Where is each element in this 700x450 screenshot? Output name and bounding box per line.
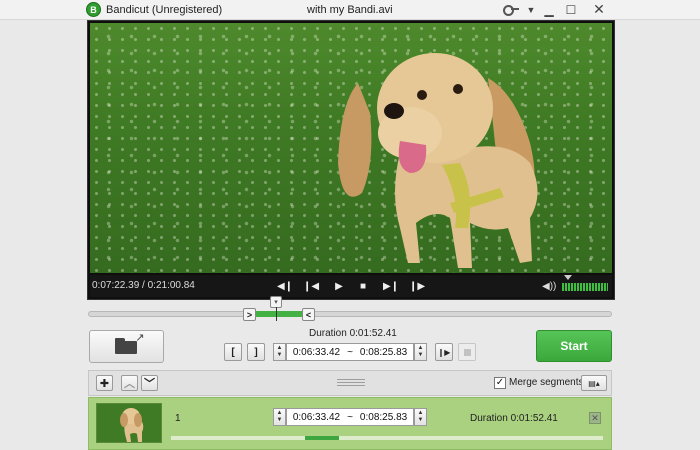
selection-duration: Duration 0:01:52.41: [309, 328, 397, 339]
end-time-field[interactable]: 0:08:25.83: [360, 347, 407, 358]
segment-end-time[interactable]: 0:08:25.83: [360, 412, 407, 423]
segment-thumbnail: [96, 403, 162, 443]
move-down-icon[interactable]: ﹀: [141, 375, 158, 391]
file-title: with my Bandi.avi: [307, 4, 393, 16]
player-controls: 0:07:22.39 / 0:21:00.84 ◀❙ ❙◀ ▶ ■ ▶❙ ❙▶ …: [90, 275, 612, 297]
next-segment-icon[interactable]: ❙▶: [408, 278, 426, 294]
segment-start-time[interactable]: 0:06:33.42: [293, 412, 340, 423]
volume-marker: [564, 275, 572, 280]
set-end-button[interactable]: ]: [247, 343, 265, 361]
start-time-field[interactable]: 0:06:33.42: [293, 347, 340, 358]
open-file-button[interactable]: ↗: [89, 330, 164, 363]
app-title: Bandicut (Unregistered): [106, 4, 223, 16]
key-icon[interactable]: [503, 3, 519, 16]
volume-slider[interactable]: [562, 283, 608, 291]
segment-index: 1: [175, 413, 181, 424]
stop-icon[interactable]: ■: [354, 278, 372, 294]
segment-progress-track: [171, 436, 603, 440]
segment-progress-fill: [304, 436, 340, 440]
segment-list-toolbar: ✚ ︿ ﹀ ✓ Merge segments ▤▴: [88, 370, 612, 396]
segment-row[interactable]: 1 ▲ ▼ 0:06:33.42 ~ 0:08:25.83 ▲ ▼ Duration…: [88, 397, 612, 450]
close-icon[interactable]: ✕: [586, 1, 612, 18]
start-time-stepper[interactable]: ▲ ▼: [273, 343, 286, 361]
segment-tilde: ~: [347, 411, 353, 423]
next-frame-icon[interactable]: ▶❙: [382, 278, 400, 294]
add-icon[interactable]: ✚: [96, 375, 113, 391]
prev-segment-icon[interactable]: ◀❙: [276, 278, 294, 294]
segment-duration: Duration 0:01:52.41: [470, 413, 558, 424]
segment-end-stepper[interactable]: ▲ ▼: [414, 408, 427, 426]
time-range-field[interactable]: 0:06:33.42 ~ 0:08:25.83: [286, 343, 414, 361]
timeline-track[interactable]: [88, 311, 612, 317]
open-folder-icon: ↗: [114, 332, 145, 355]
end-marker[interactable]: <: [302, 308, 315, 321]
set-start-button[interactable]: [: [224, 343, 242, 361]
move-up-icon[interactable]: ︿: [121, 375, 138, 391]
preview-segment-button[interactable]: ❙▶: [435, 343, 453, 361]
prev-frame-icon[interactable]: ❙◀: [302, 278, 320, 294]
timeline-selected-range: [256, 311, 302, 317]
maximize-icon[interactable]: ☐: [558, 1, 584, 18]
dog-image: [338, 53, 538, 268]
segment-time-field[interactable]: 0:06:33.42 ~ 0:08:25.83: [286, 408, 414, 426]
bandicut-logo-icon: B: [86, 2, 101, 17]
merge-segments-label: Merge segments: [509, 377, 584, 388]
tilde-separator: ~: [347, 346, 353, 358]
video-frame-image: [90, 23, 612, 273]
merge-segments-checkbox[interactable]: ✓: [494, 377, 506, 389]
start-button[interactable]: Start: [536, 330, 612, 362]
segment-start-stepper[interactable]: ▲ ▼: [273, 408, 286, 426]
end-time-stepper[interactable]: ▲ ▼: [414, 343, 427, 361]
time-readout: 0:07:22.39 / 0:21:00.84: [92, 280, 195, 291]
start-marker[interactable]: >: [243, 308, 256, 321]
segment-remove-icon[interactable]: ✕: [589, 412, 601, 424]
stop-preview-button: [458, 343, 476, 361]
title-bar: B Bandicut (Unregistered) with my Bandi.…: [0, 0, 700, 20]
resize-grip[interactable]: [337, 379, 365, 388]
volume-icon[interactable]: ◀)): [542, 278, 558, 294]
layout-icon[interactable]: ▤▴: [581, 375, 607, 391]
play-icon[interactable]: ▶: [330, 278, 348, 294]
playhead-line: [276, 307, 277, 321]
video-player[interactable]: 0:07:22.39 / 0:21:00.84 ◀❙ ❙◀ ▶ ■ ▶❙ ❙▶ …: [87, 20, 615, 300]
